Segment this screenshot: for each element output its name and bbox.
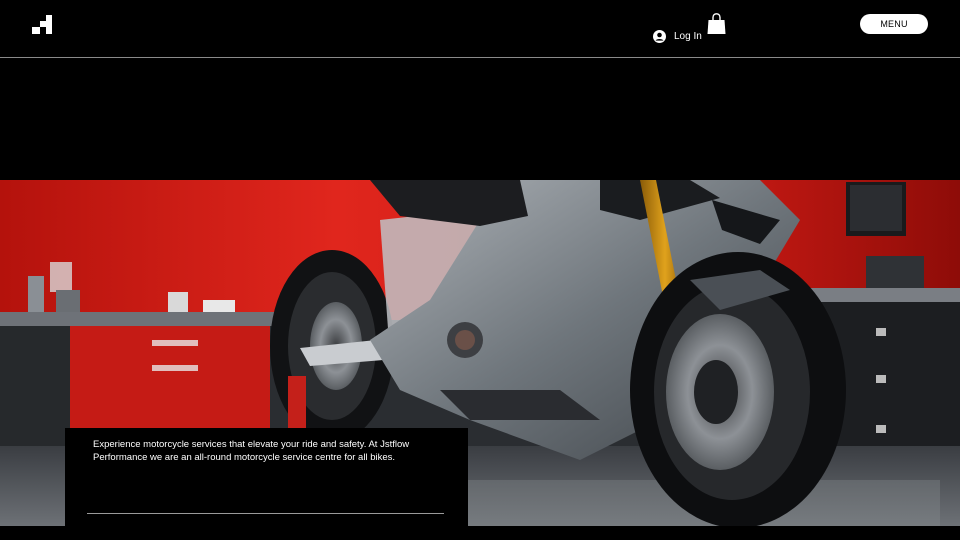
intro-panel: Experience motorcycle services that elev…: [65, 428, 468, 526]
login-label: Log In: [674, 31, 702, 42]
site-logo[interactable]: [32, 15, 54, 35]
user-avatar-icon: [653, 30, 666, 43]
intro-text: Experience motorcycle services that elev…: [93, 439, 410, 463]
shopping-bag-icon[interactable]: [707, 13, 726, 35]
intro-divider: [87, 513, 444, 514]
login-link[interactable]: Log In: [653, 30, 702, 43]
menu-button[interactable]: MENU: [860, 14, 928, 34]
site-header: Log In MENU: [0, 0, 960, 58]
